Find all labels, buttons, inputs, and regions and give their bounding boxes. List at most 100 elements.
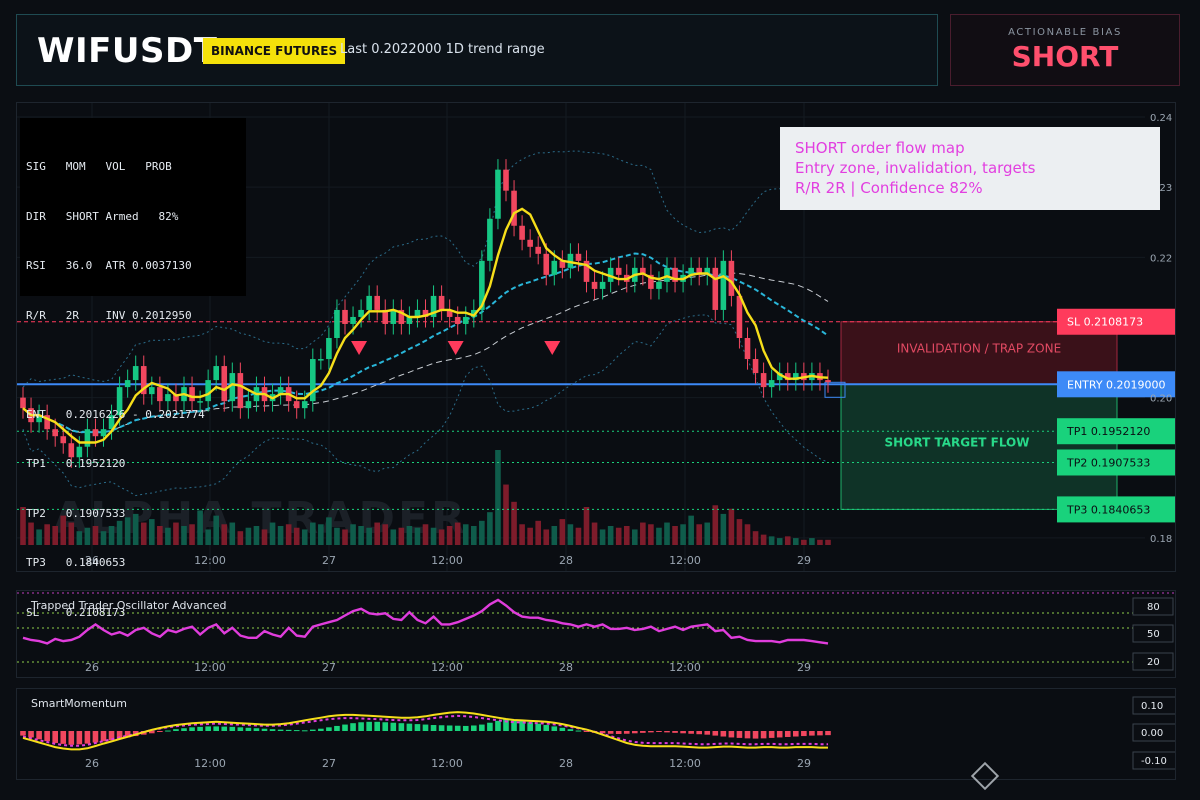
volume-bar: [736, 519, 743, 545]
candle-body: [374, 295, 380, 310]
momentum-bar: [446, 725, 453, 731]
candle-body: [591, 281, 598, 289]
exchange-logo-icon: [970, 761, 1000, 790]
volume-bar: [720, 513, 727, 545]
volume-bar: [318, 524, 324, 545]
momentum-value-label: 0.00: [1141, 728, 1163, 739]
volume-bar: [293, 527, 300, 545]
momentum-bar: [44, 731, 50, 742]
candle-body: [760, 373, 767, 388]
candle-body: [326, 338, 332, 360]
momentum-bar: [318, 728, 324, 731]
momentum-bar: [672, 731, 678, 733]
sell-signal-marker: [544, 341, 561, 355]
momentum-bar: [213, 726, 219, 731]
y-tick-label: 0.24: [1150, 113, 1172, 124]
momentum-bar: [197, 726, 203, 731]
candle-body: [358, 309, 364, 317]
candle-body: [334, 309, 340, 338]
volume-bar: [680, 524, 686, 545]
target-zone-label: SHORT TARGET FLOW: [885, 435, 1030, 449]
x-tick-label: 29: [797, 757, 811, 770]
momentum-bar: [414, 724, 421, 731]
level-tag-label: TP2 0.1907533: [1066, 456, 1150, 469]
momentum-bar: [366, 721, 372, 731]
volume-bar: [672, 526, 678, 545]
volume-bar: [519, 524, 525, 545]
volume-bar: [406, 526, 413, 545]
volume-bar: [358, 526, 364, 545]
symbol-title: WIFUSDT: [37, 31, 218, 71]
level-tag-label: TP3 0.1840653: [1066, 503, 1150, 516]
volume-bar: [696, 524, 702, 545]
momentum-bar: [350, 723, 356, 731]
note-line: SHORT order flow map: [795, 139, 965, 157]
momentum-bar: [471, 725, 477, 731]
volume-bar: [366, 527, 372, 545]
volume-bar: [632, 529, 638, 545]
volume-bar: [382, 524, 389, 545]
stats-line: [26, 357, 240, 374]
momentum-title: SmartMomentum: [31, 697, 127, 710]
stats-line: TP3 0.1840653: [26, 556, 126, 569]
momentum-bar: [245, 727, 252, 731]
momentum-bar: [623, 731, 630, 734]
candle-body: [438, 295, 445, 310]
momentum-bar: [543, 725, 550, 731]
momentum-bar: [559, 727, 566, 731]
momentum-bar: [342, 724, 348, 731]
candle-body: [462, 316, 469, 324]
candle-body: [503, 169, 509, 191]
volume-bar: [825, 539, 831, 545]
momentum-bar: [68, 731, 75, 745]
momentum-bar: [656, 731, 662, 732]
volume-bar: [462, 524, 469, 545]
volume-bar: [414, 527, 421, 545]
momentum-bar: [285, 729, 292, 731]
momentum-bar: [28, 731, 34, 738]
momentum-bar: [157, 731, 163, 732]
candle-body: [664, 267, 670, 282]
momentum-bar: [784, 731, 791, 737]
volume-bar: [744, 524, 751, 545]
momentum-bar: [165, 730, 171, 732]
volume-bar: [575, 527, 582, 545]
momentum-bar: [817, 731, 823, 736]
candle-body: [318, 359, 324, 361]
momentum-bar: [495, 720, 501, 731]
momentum-bar: [20, 731, 26, 736]
momentum-bar: [374, 721, 380, 731]
momentum-bar: [696, 731, 702, 735]
volume-bar: [648, 524, 654, 545]
momentum-bar: [293, 730, 300, 732]
momentum-value-label: 0.10: [1141, 701, 1163, 712]
candle-body: [310, 359, 316, 402]
volume-bar: [817, 539, 823, 545]
candle-body: [535, 246, 541, 254]
momentum-bar: [744, 731, 751, 739]
volume-bar: [398, 527, 405, 545]
candle-body: [752, 359, 759, 374]
stats-line: ENT 0.2016226 - 0.2021774: [26, 407, 205, 421]
candle-body: [301, 401, 308, 409]
volume-bar: [728, 508, 735, 545]
volume-bar: [527, 527, 533, 545]
candle-body: [744, 338, 751, 360]
level-tag-label: SL 0.2108173: [1067, 316, 1143, 329]
volume-bar: [583, 507, 590, 545]
momentum-bar: [551, 726, 558, 731]
x-tick-label: 27: [322, 757, 336, 770]
volume-bar: [503, 484, 509, 545]
note-line: R/R 2R | Confidence 82%: [795, 179, 983, 197]
x-tick-label: 27: [322, 661, 336, 674]
momentum-bar: [181, 728, 187, 731]
x-tick-label: 12:00: [194, 757, 226, 770]
momentum-bar: [680, 731, 686, 734]
volume-bar: [301, 529, 308, 545]
sell-signal-marker: [351, 341, 368, 355]
candle-body: [527, 239, 533, 247]
momentum-value-label: -0.10: [1141, 756, 1167, 767]
momentum-bar: [567, 729, 574, 731]
candle-body: [575, 253, 582, 261]
x-tick-label: 26: [85, 661, 99, 674]
